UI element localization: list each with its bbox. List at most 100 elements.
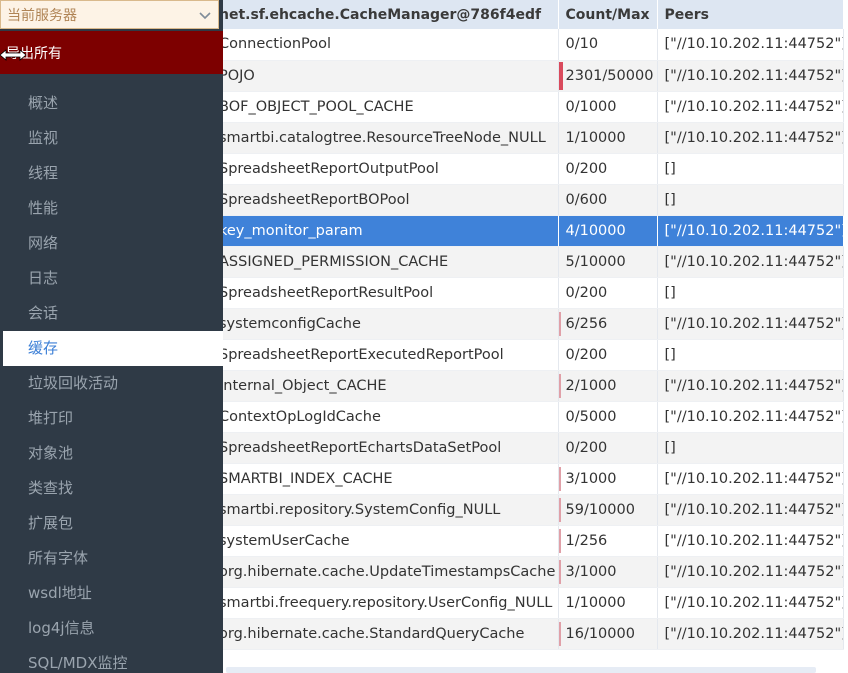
count-max-value: 0/1000 [565,98,617,115]
usage-bar [558,311,561,336]
usage-bar [558,466,561,491]
peers-cell: ["//10.10.202.11:44752"] [657,525,844,557]
table-row[interactable]: systemUserCache 1/256 ["//10.10.202.11:447… [223,525,844,557]
count-max-cell: 0/600 [558,184,658,216]
cache-name-cell: Internal_Object_CACHE [223,370,559,402]
sidebar-item[interactable]: 堆打印 [0,401,223,436]
count-max-cell: 0/200 [558,339,658,371]
count-max-cell: 0/200 [558,432,658,464]
column-header-cache-manager[interactable]: net.sf.ehcache.CacheManager@786f4edf [223,0,559,29]
peers-cell: ["//10.10.202.11:44752"] [657,29,844,61]
table-row[interactable]: POJO 2301/50000["//10.10.202.11:44752"] [223,60,844,92]
sidebar-item[interactable]: 线程 [0,156,223,191]
count-max-value: 5/10000 [565,253,626,270]
table-row[interactable]: smartbi.repository.SystemConfig_NULL 59/1… [223,494,844,526]
count-max-value: 0/200 [565,160,608,177]
table-row[interactable]: SpreadsheetReportExecutedReportPool 0/200… [223,339,844,371]
sidebar-item[interactable]: 会话 [0,296,223,331]
usage-bar [558,621,561,646]
cache-name-cell: SpreadsheetReportBOPool [223,184,559,216]
sidebar-item[interactable]: 类查找 [0,471,223,506]
table-row[interactable]: Internal_Object_CACHE 2/1000 ["//10.10.202… [223,370,844,402]
table-row[interactable]: org.hibernate.cache.StandardQueryCache 16… [223,618,844,650]
table-row[interactable]: smartbi.catalogtree.ResourceTreeNode_NUL… [223,122,844,154]
table-row[interactable]: SpreadsheetReportResultPool 0/200 [] [223,277,844,309]
table-row[interactable]: SpreadsheetReportEchartsDataSetPool 0/200… [223,432,844,464]
table-row[interactable]: ASSIGNED_PERMISSION_CACHE 5/10000 ["//10.1… [223,246,844,278]
count-max-value: 1/256 [565,532,608,549]
cache-name-cell: SpreadsheetReportResultPool [223,277,559,309]
usage-bar [558,497,561,522]
count-max-value: 4/10000 [565,222,626,239]
peers-cell: ["//10.10.202.11:44752"] [657,308,844,340]
usage-bar [558,61,563,90]
table-row[interactable]: smartbi.freequery.repository.UserConfig_… [223,587,844,619]
sidebar-item[interactable]: 所有字体 [0,541,223,576]
cache-name-cell: smartbi.catalogtree.ResourceTreeNode_NUL… [223,122,559,154]
table-row[interactable]: org.hibernate.cache.UpdateTimestampsCach… [223,556,844,588]
peers-cell: ["//10.10.202.11:44752"] [657,618,844,650]
resize-cursor-icon [0,49,26,61]
table-header-row: net.sf.ehcache.CacheManager@786f4edf Cou… [223,0,844,29]
peers-cell: [] [657,432,844,464]
sidebar: 当前服务器 导出所有 概述 监视 线程 性能 网络 日志 会话 缓存 垃圾回收活动 堆打印 对象池类… [0,0,223,673]
count-max-cell: 0/5000 [558,401,658,433]
sidebar-item[interactable]: 概述 [0,86,223,121]
count-max-cell: 3/1000 [558,463,658,495]
count-max-value: 3/1000 [565,563,617,580]
sidebar-item[interactable]: 扩展包 [0,506,223,541]
sidebar-item[interactable]: log4j信息 [0,611,223,646]
usage-bar [558,559,561,584]
cache-name-cell: smartbi.freequery.repository.UserConfig_… [223,587,559,619]
server-select[interactable]: 当前服务器 [0,0,219,29]
table-row[interactable]: systemconfigCache 6/256 ["//10.10.202.11:4… [223,308,844,340]
count-max-value: 2301/50000 [565,67,654,84]
sidebar-item[interactable]: 垃圾回收活动 [0,366,223,401]
cache-name-cell: SMARTBI_INDEX_CACHE [223,463,559,495]
table-row[interactable]: SpreadsheetReportBOPool 0/600 [] [223,184,844,216]
count-max-cell: 4/10000 [558,215,658,247]
table-row[interactable]: ConnectionPool 0/10 ["//10.10.202.11:44752… [223,29,844,61]
sidebar-item[interactable]: 缓存 [3,331,223,366]
server-select-value: 当前服务器 [7,7,77,24]
count-max-value: 2/1000 [565,377,617,394]
table-row[interactable]: SpreadsheetReportOutputPool 0/200 [] [223,153,844,185]
export-all-button[interactable]: 导出所有 [0,31,223,74]
sidebar-item[interactable]: 网络 [0,226,223,261]
sidebar-item[interactable]: SQL/MDX监控 [0,646,223,673]
peers-cell: ["//10.10.202.11:44752"] [657,122,844,154]
cache-name-cell: key_monitor_param [223,215,559,247]
count-max-cell: 2301/50000 [558,60,658,92]
column-header-peers[interactable]: Peers [657,0,844,29]
peers-cell: ["//10.10.202.11:44752"] [657,463,844,495]
count-max-cell: 0/1000 [558,91,658,123]
table-row[interactable]: SMARTBI_INDEX_CACHE 3/1000 ["//10.10.202.1… [223,463,844,495]
count-max-cell: 6/256 [558,308,658,340]
peers-cell: ["//10.10.202.11:44752"] [657,587,844,619]
count-max-value: 0/600 [565,191,608,208]
sidebar-item[interactable]: 监视 [0,121,223,156]
count-max-cell: 0/200 [558,153,658,185]
count-max-cell: 0/10 [558,29,658,61]
count-max-value: 6/256 [565,315,608,332]
count-max-value: 3/1000 [565,470,617,487]
count-max-cell: 2/1000 [558,370,658,402]
peers-cell: ["//10.10.202.11:44752"] [657,494,844,526]
count-max-value: 1/10000 [565,594,626,611]
cache-name-cell: BOF_OBJECT_POOL_CACHE [223,91,559,123]
table-row[interactable]: ContextOpLogIdCache 0/5000 ["//10.10.202.1… [223,401,844,433]
cache-name-cell: SpreadsheetReportOutputPool [223,153,559,185]
horizontal-scrollbar[interactable] [226,667,816,673]
table-row[interactable]: key_monitor_param 4/10000 ["//10.10.202.11… [223,215,844,247]
sidebar-item[interactable]: wsdl地址 [0,576,223,611]
usage-bar [558,528,561,553]
chevron-down-icon [199,12,211,20]
table-body: ConnectionPool 0/10 ["//10.10.202.11:44752… [223,29,844,650]
sidebar-item[interactable]: 性能 [0,191,223,226]
sidebar-item[interactable]: 日志 [0,261,223,296]
count-max-value: 16/10000 [565,625,635,642]
table-row[interactable]: BOF_OBJECT_POOL_CACHE 0/1000 ["//10.10.202… [223,91,844,123]
cache-name-cell: org.hibernate.cache.StandardQueryCache [223,618,559,650]
column-header-count-max[interactable]: Count/Max [558,0,658,29]
sidebar-item[interactable]: 对象池 [0,436,223,471]
